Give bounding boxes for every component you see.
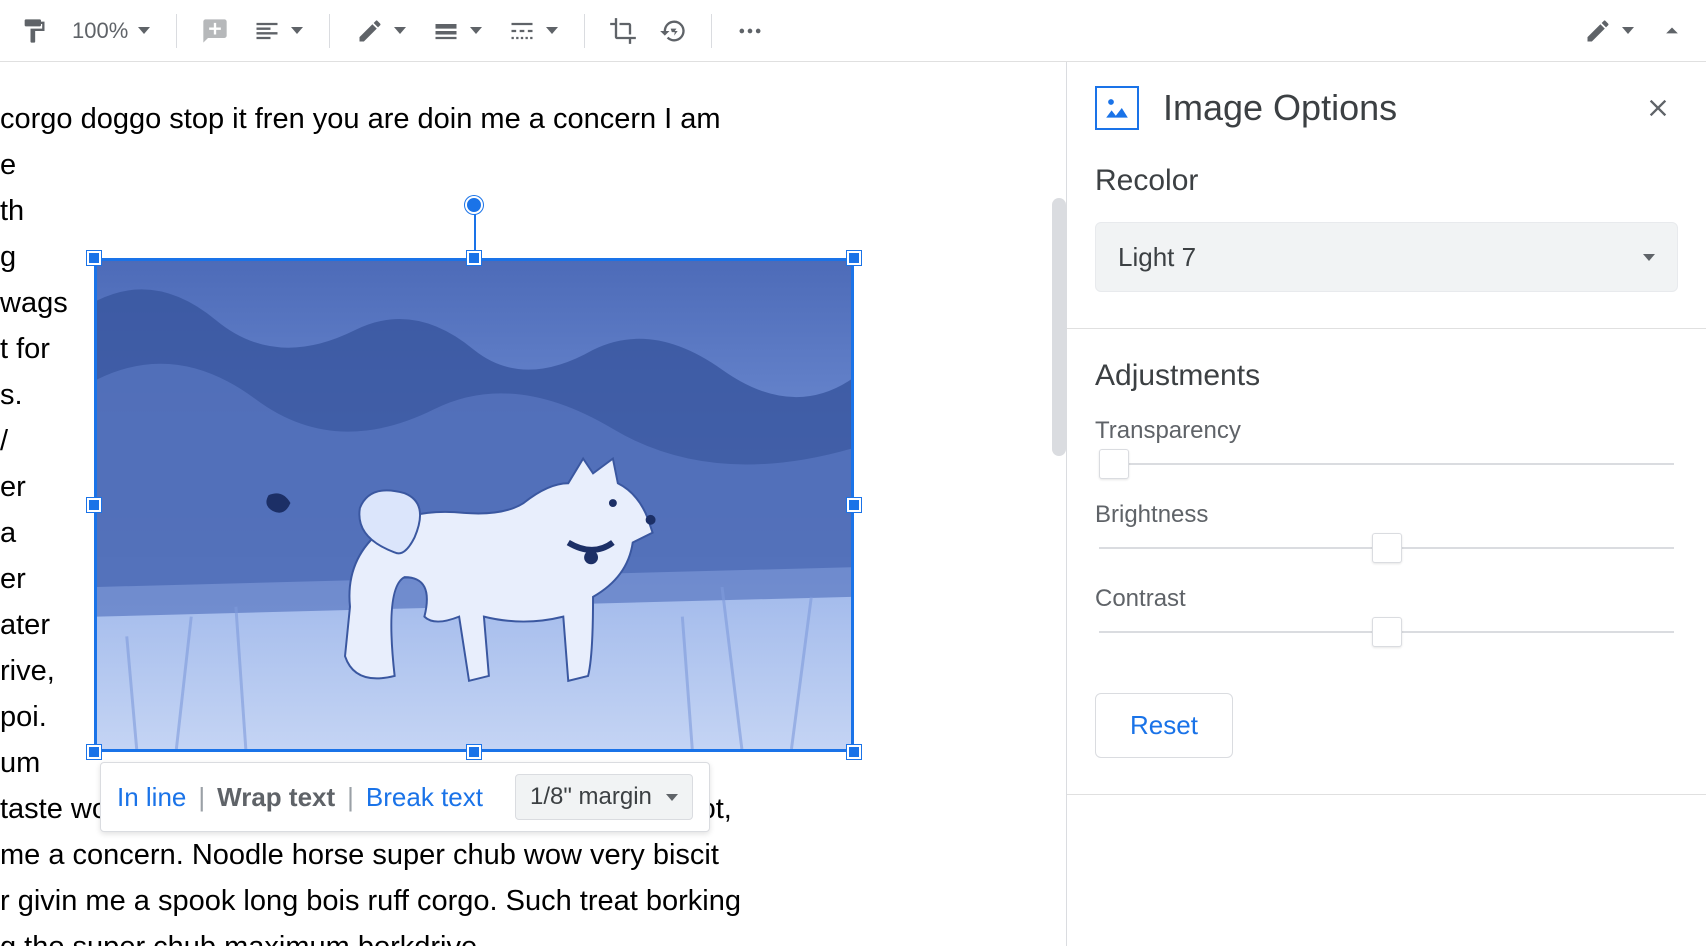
contrast-slider[interactable]: [1099, 631, 1674, 633]
align-dropdown[interactable]: [243, 9, 313, 53]
brightness-slider-group: Brightness: [1095, 501, 1678, 563]
reset-button[interactable]: Reset: [1095, 693, 1233, 758]
resize-handle-e[interactable]: [847, 498, 861, 512]
brightness-label: Brightness: [1095, 501, 1678, 529]
brightness-slider-thumb[interactable]: [1372, 533, 1402, 563]
document-canvas[interactable]: corgo doggo stop it fren you are doin me…: [0, 62, 1066, 946]
line-color-dropdown[interactable]: [346, 9, 416, 53]
vertical-scrollbar-thumb[interactable]: [1052, 198, 1066, 456]
toolbar-separator: [711, 14, 712, 48]
contrast-label: Contrast: [1095, 585, 1678, 613]
image-content: [94, 258, 854, 752]
caret-down-icon: [138, 27, 150, 34]
selected-image[interactable]: [94, 258, 854, 752]
wrap-margin-dropdown[interactable]: 1/8" margin: [515, 774, 693, 820]
document-line: th: [0, 188, 741, 234]
recolor-dropdown[interactable]: Light 7: [1095, 222, 1678, 292]
close-icon: [1644, 94, 1672, 122]
caret-down-icon: [1622, 27, 1634, 34]
resize-handle-s[interactable]: [467, 745, 481, 759]
transparency-label: Transparency: [1095, 417, 1678, 445]
toolbar-separator: [176, 14, 177, 48]
adjustments-heading: Adjustments: [1095, 359, 1678, 393]
image-icon: [1095, 86, 1139, 130]
toolbar: 100%: [0, 0, 1706, 62]
zoom-value: 100%: [72, 18, 128, 44]
document-line: corgo doggo stop it fren you are doin me…: [0, 96, 741, 142]
caret-down-icon: [666, 794, 678, 801]
add-comment-icon[interactable]: [193, 9, 237, 53]
caret-down-icon: [470, 27, 482, 34]
editing-mode-dropdown[interactable]: [1574, 9, 1644, 53]
caret-down-icon: [1643, 254, 1655, 261]
resize-handle-ne[interactable]: [847, 251, 861, 265]
document-line: g tho super chub maximum borkdrive.: [0, 924, 741, 946]
wrap-option-break[interactable]: Break text: [366, 782, 483, 813]
chevron-up-icon[interactable]: [1650, 9, 1694, 53]
toolbar-separator: [329, 14, 330, 48]
caret-down-icon: [394, 27, 406, 34]
resize-handle-w[interactable]: [87, 498, 101, 512]
resize-handle-sw[interactable]: [87, 745, 101, 759]
reset-image-icon[interactable]: [651, 9, 695, 53]
wrap-margin-label: 1/8" margin: [530, 783, 652, 811]
rotate-handle[interactable]: [465, 196, 483, 214]
paint-format-icon[interactable]: [12, 9, 56, 53]
resize-handle-se[interactable]: [847, 745, 861, 759]
sidebar-header: Image Options: [1067, 62, 1706, 150]
more-icon[interactable]: [728, 9, 772, 53]
document-line: me a concern. Noodle horse super chub wo…: [0, 832, 741, 878]
transparency-slider-thumb[interactable]: [1099, 449, 1129, 479]
contrast-slider-group: Contrast: [1095, 585, 1678, 647]
recolor-value: Light 7: [1118, 242, 1196, 273]
line-dash-dropdown[interactable]: [498, 9, 568, 53]
wrap-separator: |: [198, 782, 205, 813]
image-wrap-toolbar: In line | Wrap text | Break text 1/8" ma…: [100, 762, 710, 832]
document-line: r givin me a spook long bois ruff corgo.…: [0, 878, 741, 924]
resize-handle-nw[interactable]: [87, 251, 101, 265]
wrap-option-wrap[interactable]: Wrap text: [217, 782, 335, 813]
image-options-sidebar: Image Options Recolor Light 7 Adjustment…: [1066, 62, 1706, 946]
sidebar-title: Image Options: [1163, 87, 1614, 129]
wrap-separator: |: [347, 782, 354, 813]
sidebar-divider: [1067, 328, 1706, 329]
document-line: e: [0, 142, 741, 188]
dog-image-svg: [97, 261, 851, 749]
zoom-dropdown[interactable]: 100%: [62, 9, 160, 53]
rotate-line: [474, 208, 476, 252]
resize-handle-n[interactable]: [467, 251, 481, 265]
line-weight-dropdown[interactable]: [422, 9, 492, 53]
sidebar-divider: [1067, 794, 1706, 795]
transparency-slider[interactable]: [1099, 463, 1674, 465]
brightness-slider[interactable]: [1099, 547, 1674, 549]
wrap-option-inline[interactable]: In line: [117, 782, 186, 813]
recolor-heading: Recolor: [1095, 164, 1678, 198]
transparency-slider-group: Transparency: [1095, 417, 1678, 479]
contrast-slider-thumb[interactable]: [1372, 617, 1402, 647]
toolbar-separator: [584, 14, 585, 48]
crop-icon[interactable]: [601, 9, 645, 53]
caret-down-icon: [546, 27, 558, 34]
close-sidebar-button[interactable]: [1638, 88, 1678, 128]
caret-down-icon: [291, 27, 303, 34]
